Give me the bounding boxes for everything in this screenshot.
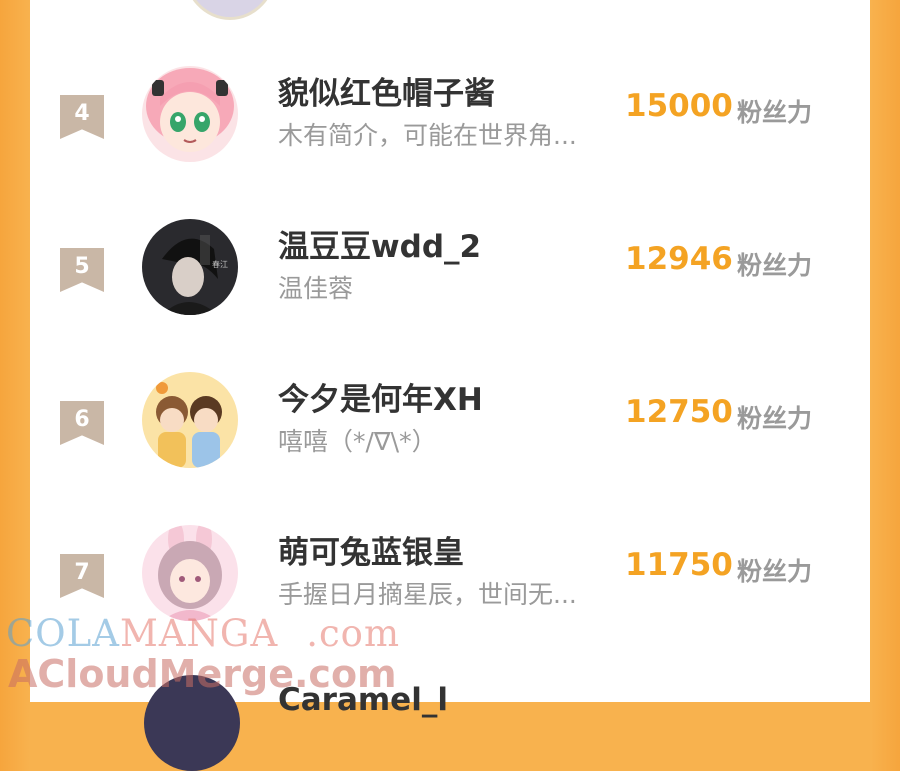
avatar[interactable] [142, 525, 238, 621]
fan-power-unit: 粉丝力 [737, 98, 813, 127]
user-name[interactable]: 今夕是何年XH [278, 374, 483, 419]
list-item[interactable]: 5 春江 温豆豆wdd_2 温佳蓉 12946 粉丝力 [30, 219, 870, 359]
avatar[interactable] [142, 372, 238, 468]
fan-power-score: 12946 [625, 241, 733, 277]
avatar[interactable]: 春江 [142, 219, 238, 315]
user-bio: 嘻嘻（*/∇\*） [278, 427, 437, 456]
user-bio: 温佳蓉 [278, 274, 354, 303]
fan-power-score: 11750 [625, 547, 733, 583]
fan-power-score: 15000 [625, 88, 733, 124]
fan-power-unit: 粉丝力 [737, 404, 813, 433]
rank-badge: 7 [60, 554, 104, 598]
watermark-acloudmerge: ACloudMerge.com [8, 652, 397, 696]
watermark-colamanga: COLAMANGA .com [6, 612, 401, 655]
fan-power-score: 12750 [625, 394, 733, 430]
rank-badge: 4 [60, 95, 104, 139]
user-name[interactable]: 貌似红色帽子酱 [278, 68, 495, 113]
ranking-panel: 4 貌似红色帽子酱 木有简介，可能在世界角... 15000 粉丝力 5 春江 … [30, 0, 870, 771]
list-item[interactable]: 4 貌似红色帽子酱 木有简介，可能在世界角... 15000 粉丝力 [30, 66, 870, 206]
rank-badge: 5 [60, 248, 104, 292]
user-name[interactable]: 温豆豆wdd_2 [278, 221, 481, 266]
rank-badge: 6 [60, 401, 104, 445]
previous-user-avatar[interactable] [183, 0, 277, 20]
avatar[interactable] [142, 66, 238, 162]
fan-power-unit: 粉丝力 [737, 557, 813, 586]
user-bio: 手握日月摘星辰，世间无... [278, 580, 577, 609]
svg-text:春江: 春江 [212, 259, 228, 269]
fan-power-unit: 粉丝力 [737, 251, 813, 280]
user-name[interactable]: 萌可兔蓝银皇 [278, 527, 464, 572]
user-bio: 木有简介，可能在世界角... [278, 121, 577, 150]
list-item[interactable]: 6 今夕是何年XH 嘻嘻（*/∇\*） 12750 粉丝力 [30, 372, 870, 512]
